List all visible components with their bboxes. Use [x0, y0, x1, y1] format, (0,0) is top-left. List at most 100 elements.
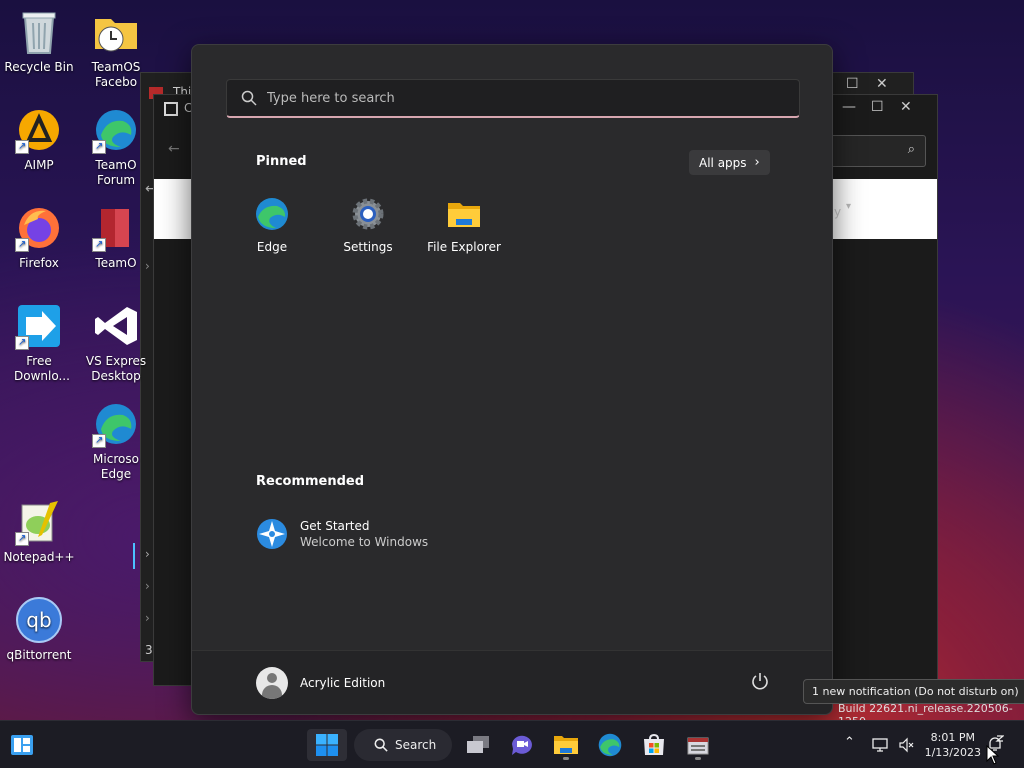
desktop-icon-free-download-manager[interactable]: Free Downlo... [1, 302, 77, 384]
control-panel-taskbar-button[interactable] [678, 729, 718, 761]
maximize-icon[interactable]: ☐ [846, 76, 859, 92]
pinned-app-settings[interactable]: Settings [323, 197, 413, 254]
task-view-icon [467, 736, 489, 753]
network-icon[interactable] [872, 737, 888, 753]
desktop-icon-teamos-forum[interactable]: TeamO Forum [78, 106, 154, 188]
pinned-heading: Pinned [256, 154, 307, 169]
widgets-button[interactable] [2, 729, 42, 761]
desktop-icon-notepad-plus-plus[interactable]: Notepad++ [1, 498, 77, 565]
page-number: 3 [145, 643, 153, 657]
desktop-icon-label: TeamOS Facebo [91, 60, 141, 89]
minimize-icon[interactable]: — [842, 99, 856, 115]
file-explorer-icon [554, 736, 578, 754]
pinned-app-label: File Explorer [427, 240, 501, 254]
edge-taskbar-button[interactable] [590, 729, 630, 761]
search-icon[interactable]: ⌕ [908, 142, 915, 157]
free-download-manager-icon [15, 302, 63, 350]
desktop-icon-aimp[interactable]: AIMP [1, 106, 77, 173]
desktop-icon-firefox[interactable]: Firefox [1, 204, 77, 271]
clock-date: 1/13/2023 [924, 746, 981, 759]
folder-clock-icon [92, 8, 140, 56]
widgets-icon [11, 735, 33, 755]
all-apps-button[interactable]: All apps › [689, 150, 770, 175]
edge-icon [92, 106, 140, 154]
chevron-down-icon[interactable]: ▾ [846, 201, 851, 212]
desktop-icon-label: Recycle Bin [4, 60, 74, 74]
svg-text:qb: qb [26, 608, 51, 632]
pinned-app-edge[interactable]: Edge [227, 197, 317, 254]
start-button[interactable] [307, 729, 347, 761]
notification-tooltip: 1 new notification (Do not disturb on) [803, 679, 1024, 704]
maximize-icon[interactable]: ☐ [871, 99, 884, 115]
search-input[interactable] [267, 90, 787, 106]
view-dropdown[interactable]: y [834, 205, 841, 219]
desktop-icon-teamos[interactable]: TeamO [78, 204, 154, 271]
file-explorer-icon [448, 203, 480, 227]
taskbar-search-button[interactable]: Search [354, 729, 452, 761]
user-name: Acrylic Edition [300, 676, 386, 690]
pinned-app-file-explorer[interactable]: File Explorer [419, 197, 509, 254]
shortcut-arrow-icon [92, 237, 106, 252]
desktop-icon-label: Firefox [19, 256, 59, 270]
recycle-bin-icon [15, 8, 63, 56]
shortcut-arrow-icon [15, 237, 29, 252]
shortcut-arrow-icon [92, 139, 106, 154]
edge-icon [92, 400, 140, 448]
start-menu-footer: Acrylic Edition [192, 650, 832, 714]
visual-studio-icon [92, 302, 140, 350]
settings-icon [352, 198, 384, 230]
shortcut-arrow-icon [92, 433, 106, 448]
user-account-button[interactable]: Acrylic Edition [256, 667, 385, 699]
start-search-box[interactable] [226, 79, 800, 118]
mouse-cursor-icon [986, 745, 1000, 765]
chat-icon [512, 735, 532, 755]
desktop-icon-label: VS Expres Desktop [85, 354, 147, 383]
nav-selection-bar [133, 543, 135, 569]
desktop-icon-microsoft-edge[interactable]: Microso Edge [78, 400, 154, 482]
start-menu: Pinned All apps › Edge Settings File Exp… [191, 44, 833, 715]
desktop-icon-label: Free Downlo... [14, 354, 70, 383]
firefox-icon [15, 204, 63, 252]
taskbar-search-label: Search [395, 738, 437, 752]
close-icon[interactable]: ✕ [900, 99, 912, 115]
search-icon [241, 90, 257, 106]
search-icon [374, 738, 388, 752]
desktop-icon-label: AIMP [24, 158, 54, 172]
chevron-right-icon: › [754, 155, 760, 170]
teams-chat-button[interactable] [502, 729, 542, 761]
windows-logo-icon [316, 734, 338, 756]
recommended-item-title: Get Started [300, 519, 370, 533]
desktop-icon-vs-express[interactable]: VS Expres Desktop [78, 302, 154, 384]
volume-muted-icon[interactable] [898, 737, 914, 753]
clock-time: 8:01 PM [930, 731, 975, 744]
close-icon[interactable]: ✕ [876, 76, 888, 92]
expand-arrow-icon[interactable]: › [145, 579, 150, 593]
task-view-button[interactable] [458, 729, 498, 761]
desktop-icon-recycle-bin[interactable]: Recycle Bin [1, 8, 77, 75]
recommended-item-get-started[interactable]: Get Started Welcome to Windows [256, 518, 428, 550]
desktop-icon-qbittorrent[interactable]: qb qBittorrent [1, 596, 77, 663]
file-explorer-taskbar-button[interactable] [546, 729, 586, 761]
recommended-heading: Recommended [256, 474, 365, 489]
control-panel-icon [687, 737, 709, 755]
qbittorrent-icon: qb [15, 596, 63, 644]
pinned-app-label: Edge [256, 240, 288, 254]
expand-arrow-icon[interactable]: › [145, 611, 150, 625]
back-arrow-icon[interactable]: ← [168, 141, 180, 157]
show-hidden-icons-button[interactable]: ⌃ [844, 735, 855, 750]
desktop-icon-label: Notepad++ [3, 550, 75, 564]
store-taskbar-button[interactable] [634, 729, 674, 761]
edge-icon [598, 733, 622, 757]
microsoft-store-icon [644, 733, 664, 755]
all-apps-label: All apps [699, 155, 747, 170]
winrar-icon [92, 204, 140, 252]
expand-arrow-icon[interactable]: › [145, 547, 150, 561]
taskbar-clock[interactable]: 8:01 PM 1/13/2023 [925, 730, 981, 760]
desktop-icon-label: TeamO [95, 256, 137, 270]
desktop-icon-label: Microso Edge [93, 452, 139, 481]
avatar [256, 667, 288, 699]
desktop-icon-teamos-facebook[interactable]: TeamOS Facebo [78, 8, 154, 90]
aimp-icon [15, 106, 63, 154]
shortcut-arrow-icon [15, 531, 29, 546]
power-icon[interactable] [750, 671, 770, 691]
